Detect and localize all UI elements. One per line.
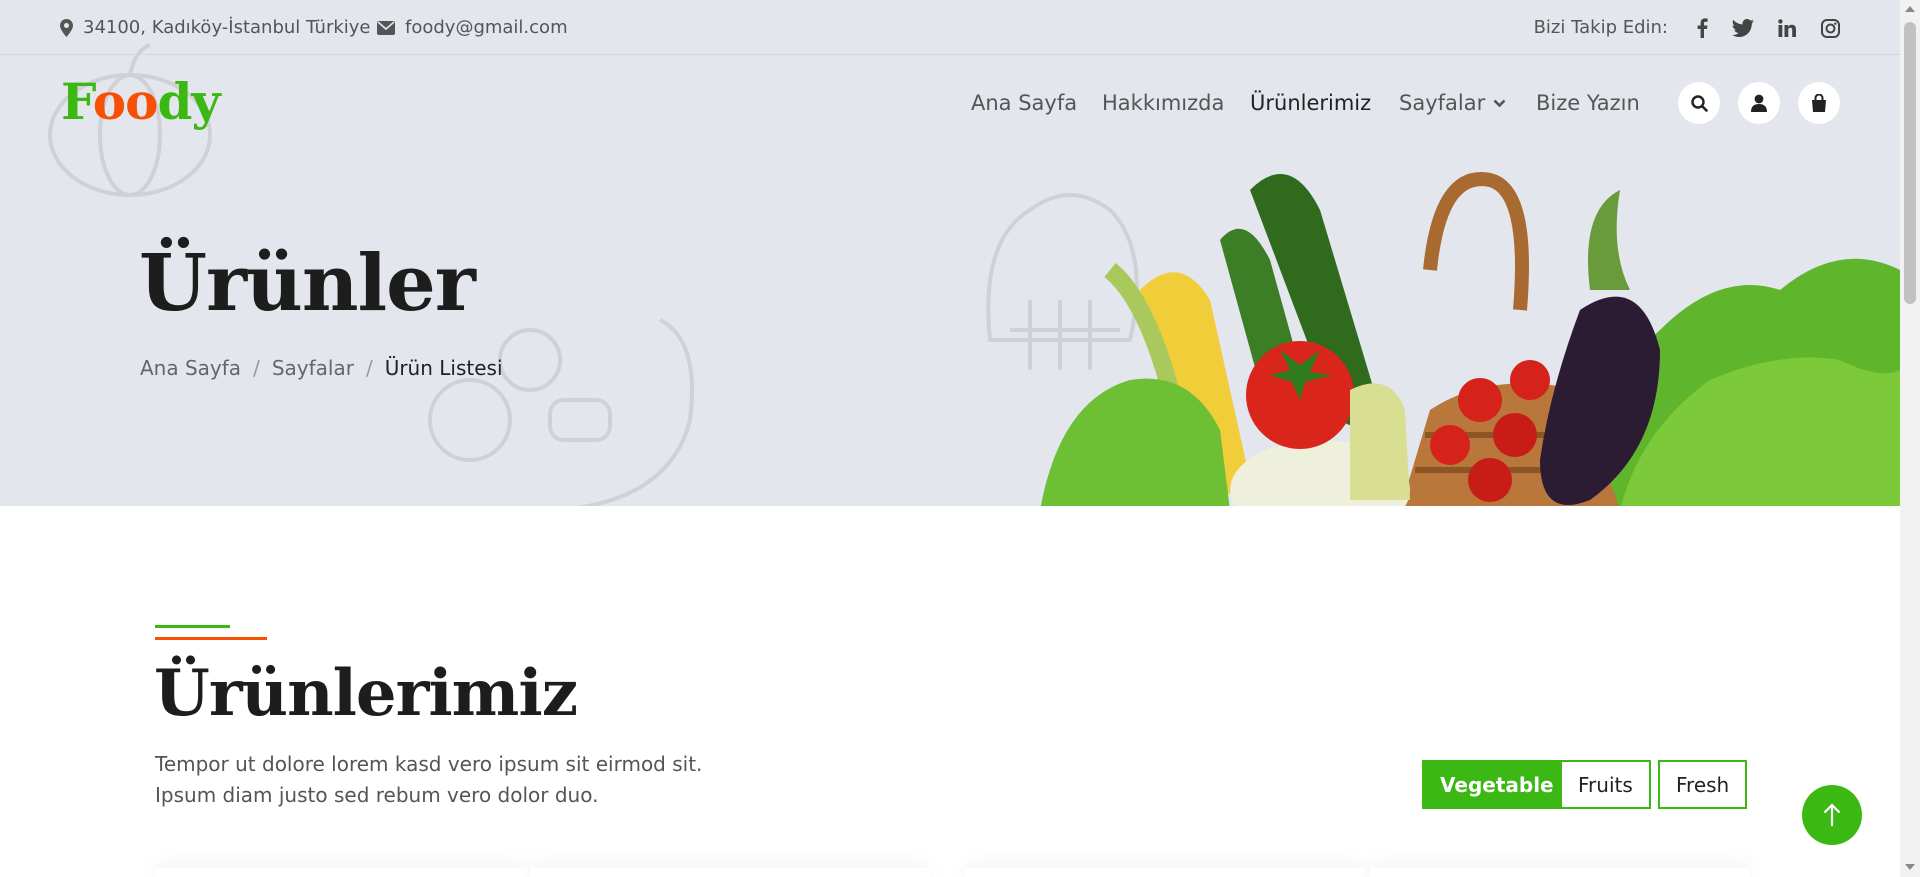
facebook-icon[interactable]: [1690, 16, 1714, 40]
nav-home[interactable]: Ana Sayfa: [971, 84, 1077, 122]
cart-button[interactable]: [1798, 82, 1840, 124]
shopping-bag-icon: [1812, 94, 1826, 112]
follow-label: Bizi Takip Edin:: [1533, 17, 1668, 38]
search-icon: [1690, 94, 1708, 112]
email-link[interactable]: foody@gmail.com: [405, 17, 568, 38]
top-info-bar: 34100, Kadıköy-İstanbul Türkiye foody@gm…: [0, 0, 1900, 55]
breadcrumb-separator: /: [253, 356, 260, 380]
logo-letter: F: [61, 72, 94, 131]
nav-about[interactable]: Hakkımızda: [1102, 84, 1224, 122]
logo-letter: y: [191, 72, 220, 131]
scroll-down-arrow-icon[interactable]: [1905, 864, 1915, 870]
filter-vegetable-button[interactable]: Vegetable: [1422, 760, 1572, 809]
email-item[interactable]: foody@gmail.com: [377, 0, 568, 55]
nav-pages-label: Sayfalar: [1399, 91, 1486, 115]
page-title: Ürünler: [139, 238, 476, 329]
vegetables-outline-decoration: [428, 318, 694, 506]
nav-pages-dropdown[interactable]: Sayfalar: [1399, 84, 1506, 122]
breadcrumb: Ana Sayfa / Sayfalar / Ürün Listesi: [140, 356, 503, 380]
back-to-top-button[interactable]: [1802, 785, 1862, 845]
product-card[interactable]: [155, 868, 527, 877]
page-header-hero: 34100, Kadıköy-İstanbul Türkiye foody@gm…: [0, 0, 1900, 506]
vegetable-basket-image: [1040, 172, 1900, 506]
title-accent-line-orange: [155, 637, 267, 640]
search-button[interactable]: [1678, 82, 1720, 124]
scroll-up-arrow-icon[interactable]: [1905, 6, 1915, 12]
user-icon: [1751, 94, 1767, 112]
logo-letter: d: [157, 72, 192, 131]
nav-products[interactable]: Ürünlerimiz: [1250, 84, 1371, 122]
instagram-icon[interactable]: [1818, 16, 1842, 40]
breadcrumb-pages[interactable]: Sayfalar: [272, 356, 354, 380]
scrollbar-thumb[interactable]: [1904, 22, 1916, 304]
envelope-icon: [377, 20, 395, 35]
product-card[interactable]: [1370, 868, 1750, 877]
foody-logo[interactable]: Foody: [61, 72, 221, 131]
address-text: 34100, Kadıköy-İstanbul Türkiye: [83, 17, 371, 38]
breadcrumb-current: Ürün Listesi: [384, 356, 503, 380]
map-marker-icon: [60, 18, 73, 37]
filter-fresh-button[interactable]: Fresh: [1658, 760, 1748, 809]
logo-letter: o: [92, 72, 126, 131]
logo-letter: o: [125, 72, 158, 131]
filter-fruits-button[interactable]: Fruits: [1560, 760, 1651, 809]
product-card[interactable]: [530, 868, 930, 877]
page-scrollbar[interactable]: [1900, 0, 1920, 877]
nav-contact[interactable]: Bize Yazın: [1536, 84, 1640, 122]
breadcrumb-home[interactable]: Ana Sayfa: [140, 356, 241, 380]
twitter-icon[interactable]: [1731, 16, 1755, 40]
linkedin-icon[interactable]: [1775, 16, 1799, 40]
section-title: Ürünlerimiz: [154, 656, 578, 731]
account-button[interactable]: [1738, 82, 1780, 124]
product-card[interactable]: [965, 868, 1365, 877]
address-item: 34100, Kadıköy-İstanbul Türkiye: [60, 0, 371, 55]
section-description: Tempor ut dolore lorem kasd vero ipsum s…: [155, 752, 703, 807]
chevron-down-icon: [1493, 99, 1506, 107]
breadcrumb-separator: /: [365, 356, 373, 380]
arrow-up-icon: [1823, 803, 1841, 826]
title-accent-line-green: [155, 625, 230, 628]
